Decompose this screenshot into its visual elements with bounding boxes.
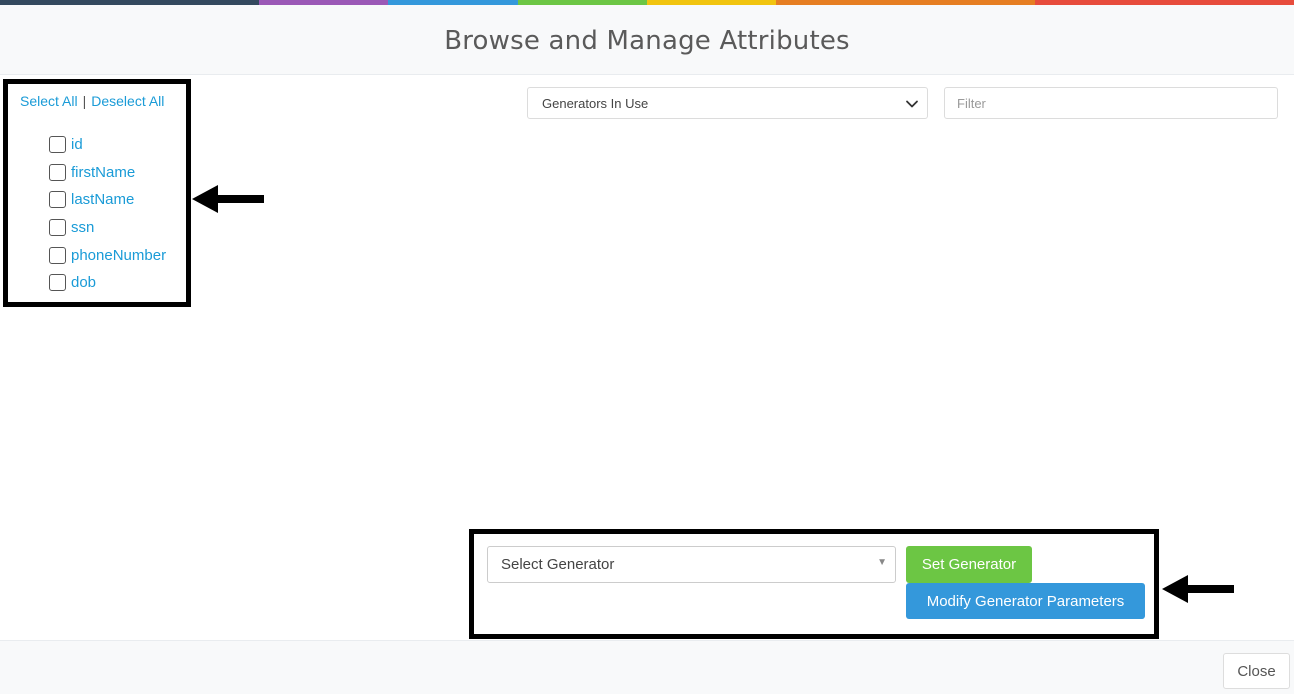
chevron-down-icon — [906, 100, 918, 108]
generators-dropdown-value: Generators In Use — [542, 96, 649, 111]
attribute-item-firstname[interactable]: firstName — [49, 159, 166, 187]
attribute-checkbox[interactable] — [49, 274, 66, 292]
attribute-checkbox[interactable] — [49, 136, 66, 154]
select-all-link[interactable]: Select All — [20, 93, 78, 109]
attribute-list: id firstName lastName ssn phoneNumber do… — [49, 131, 166, 297]
modal-header: Browse and Manage Attributes — [0, 5, 1294, 75]
attribute-checkbox[interactable] — [49, 191, 66, 209]
arrow-left-icon — [192, 185, 264, 213]
page-title: Browse and Manage Attributes — [444, 26, 850, 56]
attribute-selection-panel: Select All | Deselect All id firstName las… — [3, 79, 191, 307]
deselect-all-link[interactable]: Deselect All — [91, 93, 164, 109]
attribute-label[interactable]: lastName — [71, 191, 134, 208]
attribute-checkbox[interactable] — [49, 163, 66, 181]
modal-footer: Close — [0, 640, 1294, 694]
attribute-label[interactable]: id — [71, 136, 83, 153]
modal-dialog: Browse and Manage Attributes Select All |… — [0, 0, 1294, 694]
filter-input[interactable] — [944, 87, 1278, 119]
attribute-checkbox[interactable] — [49, 219, 66, 237]
attribute-label[interactable]: dob — [71, 274, 96, 291]
caret-down-icon: ▼ — [877, 557, 887, 568]
attribute-item-dob[interactable]: dob — [49, 269, 166, 297]
select-generator-dropdown[interactable]: Select Generator ▼ — [487, 546, 896, 583]
attribute-checkbox[interactable] — [49, 246, 66, 264]
attribute-label[interactable]: firstName — [71, 164, 135, 181]
arrow-left-icon — [1162, 575, 1234, 603]
selection-links: Select All | Deselect All — [20, 93, 164, 109]
close-button[interactable]: Close — [1223, 653, 1290, 689]
set-generator-button[interactable]: Set Generator — [906, 546, 1032, 583]
attribute-item-phonenumber[interactable]: phoneNumber — [49, 241, 166, 269]
generator-panel: Select Generator ▼ Set Generator Modify … — [469, 529, 1159, 639]
generators-dropdown[interactable]: Generators In Use — [527, 87, 928, 119]
select-generator-value: Select Generator — [501, 556, 615, 573]
modify-generator-parameters-button[interactable]: Modify Generator Parameters — [906, 583, 1145, 619]
attribute-label[interactable]: ssn — [71, 219, 94, 236]
attribute-label[interactable]: phoneNumber — [71, 247, 166, 264]
link-separator: | — [82, 93, 87, 109]
attribute-item-id[interactable]: id — [49, 131, 166, 159]
attribute-item-lastname[interactable]: lastName — [49, 186, 166, 214]
attribute-item-ssn[interactable]: ssn — [49, 214, 166, 242]
